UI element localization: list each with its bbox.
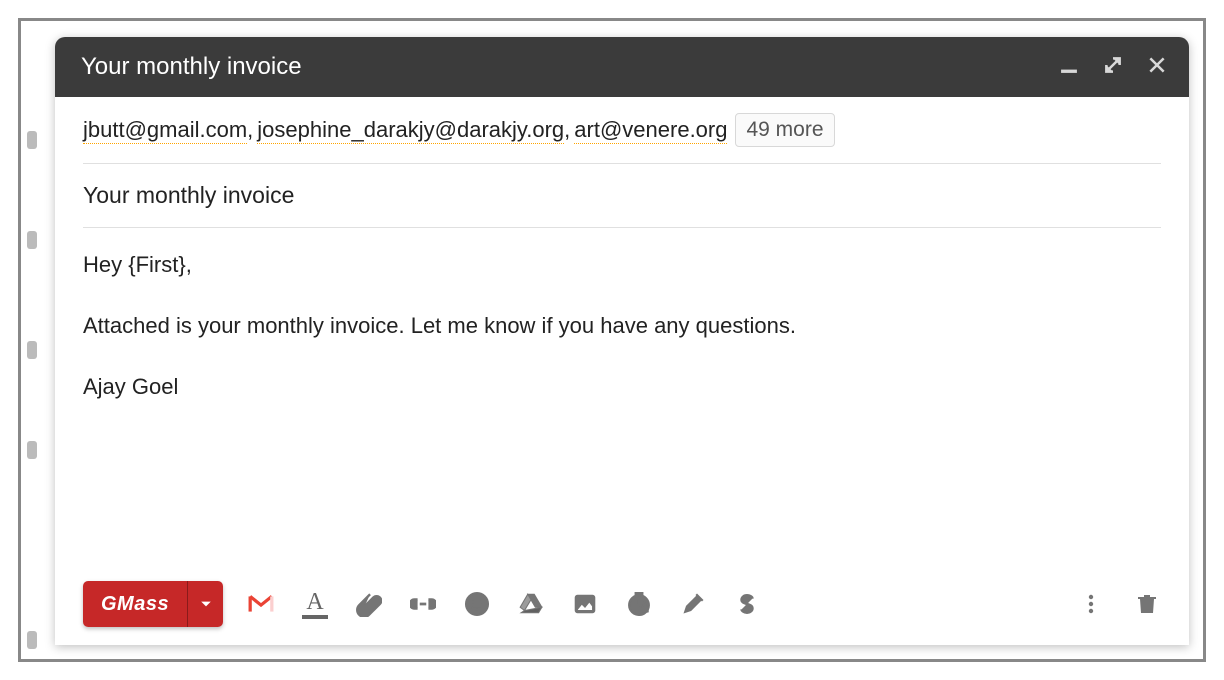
message-body[interactable]: Hey {First}, Attached is your monthly in…	[83, 228, 1161, 567]
format-text-icon[interactable]: A	[301, 590, 329, 618]
recipients-more-chip[interactable]: 49 more	[735, 113, 834, 147]
compose-window: Your monthly invoice jbutt@gmail.com, jo…	[55, 37, 1189, 645]
gmass-dropdown[interactable]	[187, 581, 223, 627]
background-fragment	[21, 101, 51, 639]
gmass-label: GMass	[83, 581, 187, 627]
gmail-icon[interactable]	[247, 590, 275, 618]
close-icon[interactable]	[1147, 55, 1167, 80]
drive-icon[interactable]	[517, 590, 545, 618]
compose-toolbar: GMass A	[55, 567, 1189, 645]
link-icon[interactable]	[409, 590, 437, 618]
confidential-icon[interactable]	[625, 590, 653, 618]
dollar-icon[interactable]	[733, 590, 761, 618]
emoji-icon[interactable]	[463, 590, 491, 618]
recipients-field[interactable]: jbutt@gmail.com, josephine_darakjy@darak…	[83, 97, 1161, 164]
pen-icon[interactable]	[679, 590, 707, 618]
compose-title: Your monthly invoice	[81, 53, 1059, 81]
body-line: Hey {First},	[83, 248, 1161, 281]
compose-header: Your monthly invoice	[55, 37, 1189, 97]
recipient-chip[interactable]: art@venere.org	[574, 117, 727, 144]
body-line: Attached is your monthly invoice. Let me…	[83, 309, 1161, 342]
minimize-icon[interactable]	[1059, 55, 1079, 80]
trash-icon[interactable]	[1133, 590, 1161, 618]
subject-field[interactable]: Your monthly invoice	[83, 164, 1161, 228]
gmass-send-button[interactable]: GMass	[83, 581, 223, 627]
body-line: Ajay Goel	[83, 370, 1161, 403]
more-vert-icon[interactable]	[1077, 590, 1105, 618]
paperclip-icon[interactable]	[355, 590, 383, 618]
photo-icon[interactable]	[571, 590, 599, 618]
fullscreen-icon[interactable]	[1103, 55, 1123, 80]
recipient-chip[interactable]: jbutt@gmail.com	[83, 117, 247, 144]
recipient-chip[interactable]: josephine_darakjy@darakjy.org	[257, 117, 564, 144]
